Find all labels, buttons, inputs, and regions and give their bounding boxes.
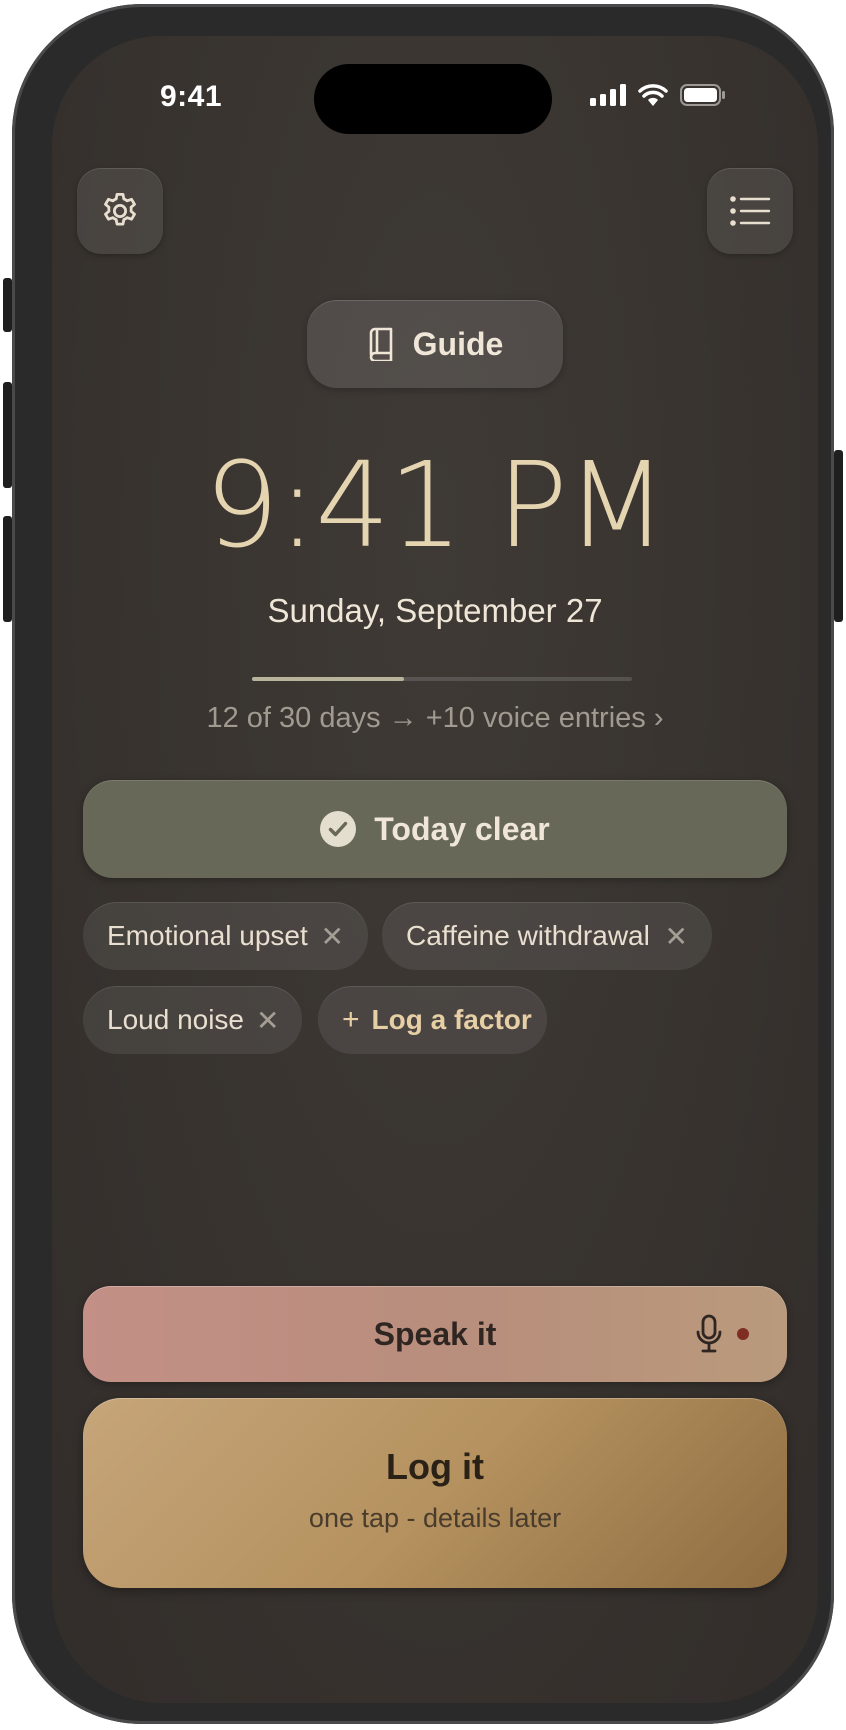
power-button xyxy=(834,450,843,622)
app-screen: 9:41 Guide 9:41 PM Sunday, September 27 … xyxy=(52,36,818,1703)
factor-chip-caffeine-withdrawal[interactable]: Caffeine withdrawal ✕ xyxy=(382,902,712,970)
battery-icon xyxy=(680,84,725,106)
wifi-icon xyxy=(638,84,668,106)
status-icons xyxy=(590,84,726,106)
status-time: 9:41 xyxy=(160,80,223,113)
settings-button[interactable] xyxy=(77,168,163,254)
close-icon[interactable]: ✕ xyxy=(665,920,688,953)
signal-icon xyxy=(590,84,626,106)
speak-it-button[interactable]: Speak it xyxy=(83,1286,787,1382)
log-title: Log it xyxy=(386,1446,484,1487)
gear-icon xyxy=(104,192,136,226)
action-button xyxy=(3,278,12,332)
microphone-icon xyxy=(696,1314,722,1353)
factor-chip-emotional-upset[interactable]: Emotional upset ✕ xyxy=(83,902,368,970)
mic-indicator xyxy=(695,1314,749,1354)
close-icon[interactable]: ✕ xyxy=(256,1004,279,1037)
phone-frame: 9:41 Guide 9:41 PM Sunday, September 27 … xyxy=(3,4,843,1724)
log-subtitle: one tap - details later xyxy=(308,1503,562,1533)
factor-chip-label: Loud noise xyxy=(107,1004,245,1035)
guide-button[interactable]: Guide xyxy=(307,300,563,388)
factor-chip-label: Emotional upset xyxy=(107,920,308,951)
volume-up-button xyxy=(3,382,12,488)
speak-label: Speak it xyxy=(373,1316,497,1352)
progress-fill xyxy=(252,677,404,681)
factor-chip-loud-noise[interactable]: Loud noise ✕ xyxy=(83,986,302,1054)
log-it-button[interactable]: Log it one tap - details later xyxy=(83,1398,787,1588)
log-factor-button[interactable]: + Log a factor xyxy=(318,986,547,1054)
progress-bar xyxy=(252,677,632,681)
volume-down-button xyxy=(3,516,12,622)
today-label: Today clear xyxy=(374,810,550,847)
list-icon xyxy=(730,196,771,226)
progress-link[interactable]: 12 of 30 days → +10 voice entries › xyxy=(52,702,818,735)
factor-chip-label: Caffeine withdrawal xyxy=(406,920,650,951)
clock-time: 9:41 PM xyxy=(204,436,667,574)
log-factor-label: Log a factor xyxy=(371,1004,532,1035)
book-icon xyxy=(369,327,392,361)
today-status-card[interactable]: Today clear xyxy=(83,780,787,878)
close-icon[interactable]: ✕ xyxy=(321,920,344,953)
dynamic-island xyxy=(314,64,552,134)
check-circle-icon xyxy=(320,811,357,847)
list-button[interactable] xyxy=(707,168,793,254)
clock-date: Sunday, September 27 xyxy=(267,592,603,629)
plus-icon: + xyxy=(342,1003,360,1036)
recording-dot xyxy=(737,1328,749,1340)
guide-label: Guide xyxy=(412,325,504,362)
